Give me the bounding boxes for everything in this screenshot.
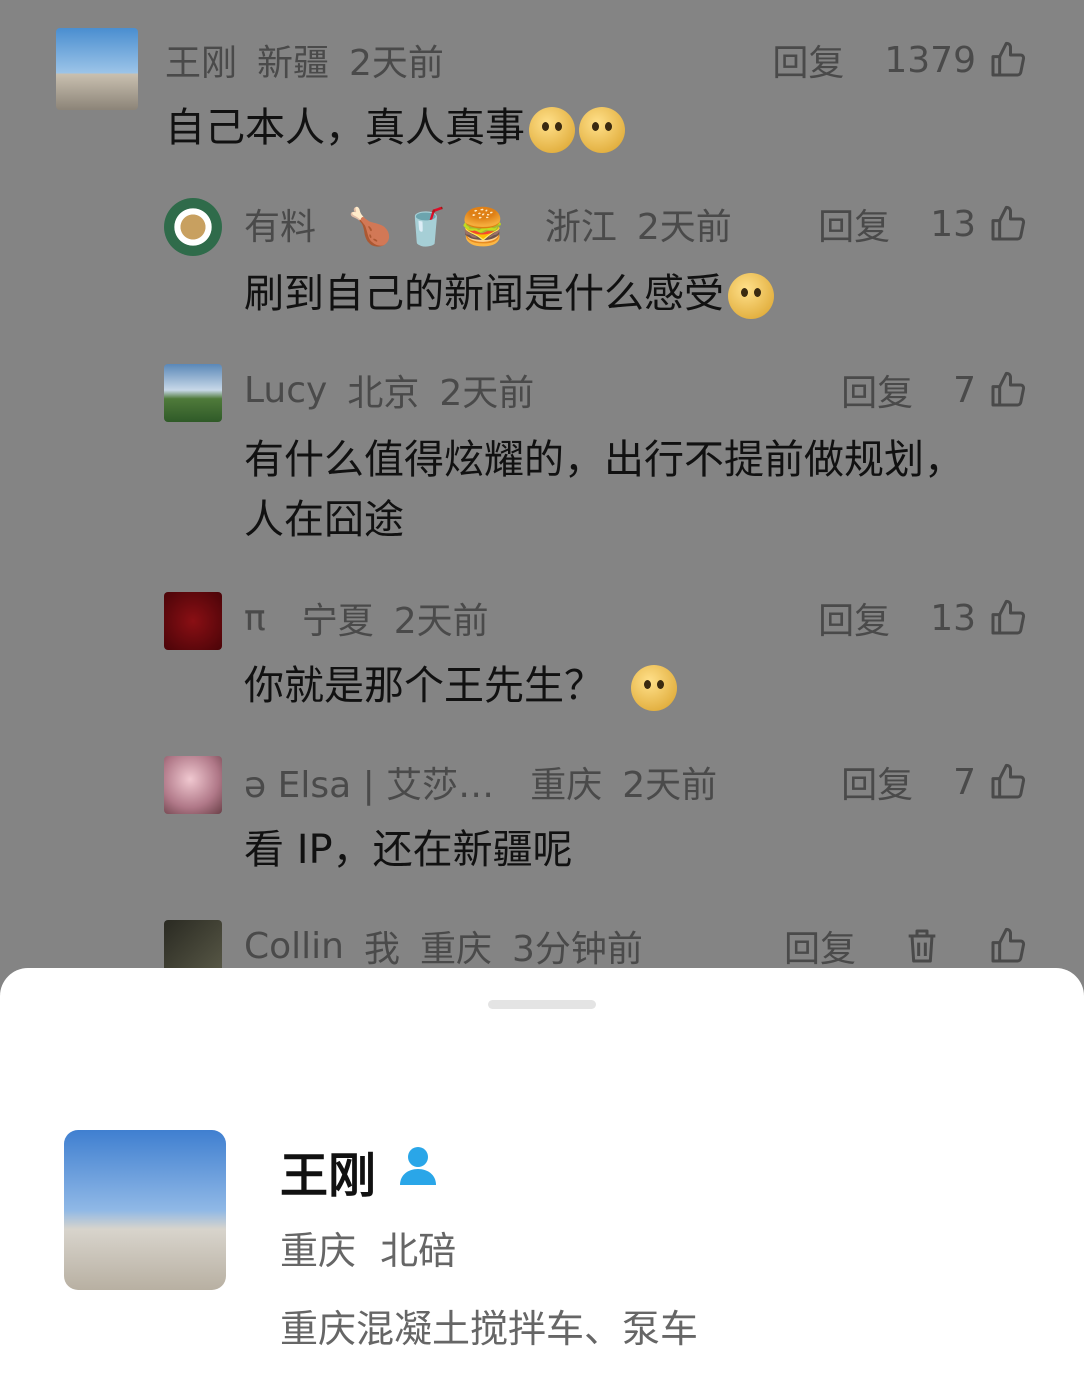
- comment-actions: 回复 1379: [772, 34, 1028, 86]
- profile-name-row: 王刚: [280, 1136, 442, 1206]
- comment-text: 看 IP，还在新疆呢: [244, 827, 573, 873]
- profile-avatar[interactable]: [64, 1130, 226, 1290]
- reply-button[interactable]: 回复: [772, 34, 844, 86]
- avatar[interactable]: [56, 28, 138, 110]
- comment-region: 北京: [347, 373, 420, 414]
- thumbs-up-icon[interactable]: [988, 926, 1028, 966]
- avatar[interactable]: [164, 364, 222, 422]
- comment-actions: 回复 7: [841, 756, 1028, 808]
- comment-username[interactable]: 有料 🍗 🥤 🍔: [244, 198, 525, 250]
- comment-meta: Lucy 北京 2天前: [244, 364, 554, 416]
- comment-actions: 回复 13: [818, 592, 1028, 644]
- comment-region: 重庆: [420, 929, 493, 968]
- avatar[interactable]: [164, 198, 222, 256]
- reply-button[interactable]: 回复: [841, 756, 913, 808]
- comment-username[interactable]: π: [244, 598, 266, 639]
- reply-button[interactable]: 回复: [784, 920, 856, 968]
- comment-text: 刷到自己的新闻是什么感受: [244, 264, 774, 324]
- comment-time: 2天前: [393, 601, 489, 642]
- reply-button[interactable]: 回复: [841, 364, 913, 416]
- like-count: 7: [953, 369, 976, 411]
- profile-region: 重庆 北碚: [280, 1229, 457, 1273]
- profile-name: 王刚: [280, 1148, 377, 1204]
- thumbs-up-icon[interactable]: [988, 762, 1028, 802]
- comment-meta: 王刚 新疆 2天前: [165, 34, 464, 86]
- comment-time: 2天前: [349, 43, 444, 84]
- comment-list: 王刚 新疆 2天前 回复 1379 自己本人，真人真事 有料 🍗 🥤 🍔 浙江 …: [0, 0, 1084, 968]
- comment-time: 2天前: [439, 373, 535, 414]
- comment-region: 新疆: [257, 43, 330, 84]
- comment-actions: 回复 7: [841, 364, 1028, 416]
- thumbs-up-icon[interactable]: [988, 40, 1028, 80]
- thinking-emoji-icon: [630, 665, 677, 711]
- trash-icon[interactable]: [902, 926, 942, 966]
- reply-button[interactable]: 回复: [818, 592, 890, 644]
- comment-meta: π 宁夏 2天前: [244, 592, 509, 644]
- thumbs-up-icon[interactable]: [988, 598, 1028, 638]
- comment-meta: Collin 我 重庆 3分钟前: [244, 920, 663, 969]
- comment-meta: ə Elsa | 艾莎… 重庆 2天前: [244, 756, 737, 808]
- like-count: 7: [953, 761, 976, 803]
- smile-emoji-icon: [579, 107, 625, 153]
- comment-username[interactable]: 王刚: [165, 34, 237, 86]
- like-count: 1379: [884, 39, 976, 81]
- comment-region: 宁夏: [301, 601, 374, 642]
- comment-time: 2天前: [636, 207, 732, 248]
- food-emoji-icon: 🍗 🥤 🍔: [347, 207, 505, 248]
- comment-meta: 有料 🍗 🥤 🍔 浙江 2天前: [244, 198, 752, 250]
- comment-time: 3分钟前: [512, 929, 643, 968]
- thumbs-up-icon[interactable]: [988, 204, 1028, 244]
- self-tag: 我: [363, 929, 400, 968]
- comment-region: 重庆: [530, 765, 603, 806]
- drag-handle[interactable]: [488, 1000, 596, 1009]
- comment-text: 你就是那个王先生？: [244, 656, 677, 716]
- comment-region: 浙江: [544, 207, 617, 248]
- like-count: 13: [930, 597, 976, 639]
- avatar[interactable]: [164, 756, 222, 814]
- laugh-emoji-icon: [728, 273, 774, 319]
- comment-username[interactable]: ə Elsa | 艾莎…: [244, 756, 494, 808]
- comment-actions: 回复: [784, 920, 1028, 968]
- reply-button[interactable]: 回复: [818, 198, 890, 250]
- thumbs-up-icon[interactable]: [988, 370, 1028, 410]
- comment-text: 有什么值得炫耀的，出行不提前做规划， 人在囧途: [244, 437, 964, 543]
- person-icon: [394, 1141, 442, 1201]
- profile-bottom-sheet: 王刚 重庆 北碚 重庆混凝土搅拌车、泵车: [0, 968, 1084, 1384]
- avatar[interactable]: [164, 920, 222, 968]
- like-count: 13: [930, 203, 976, 245]
- comment-text: 自己本人，真人真事: [165, 98, 625, 158]
- avatar[interactable]: [164, 592, 222, 650]
- smile-emoji-icon: [529, 107, 575, 153]
- comment-time: 2天前: [622, 765, 718, 806]
- comment-username[interactable]: Lucy: [244, 370, 327, 411]
- comment-username[interactable]: Collin: [244, 926, 344, 967]
- profile-bio: 重庆混凝土搅拌车、泵车: [280, 1307, 699, 1351]
- comment-actions: 回复 13: [818, 198, 1028, 250]
